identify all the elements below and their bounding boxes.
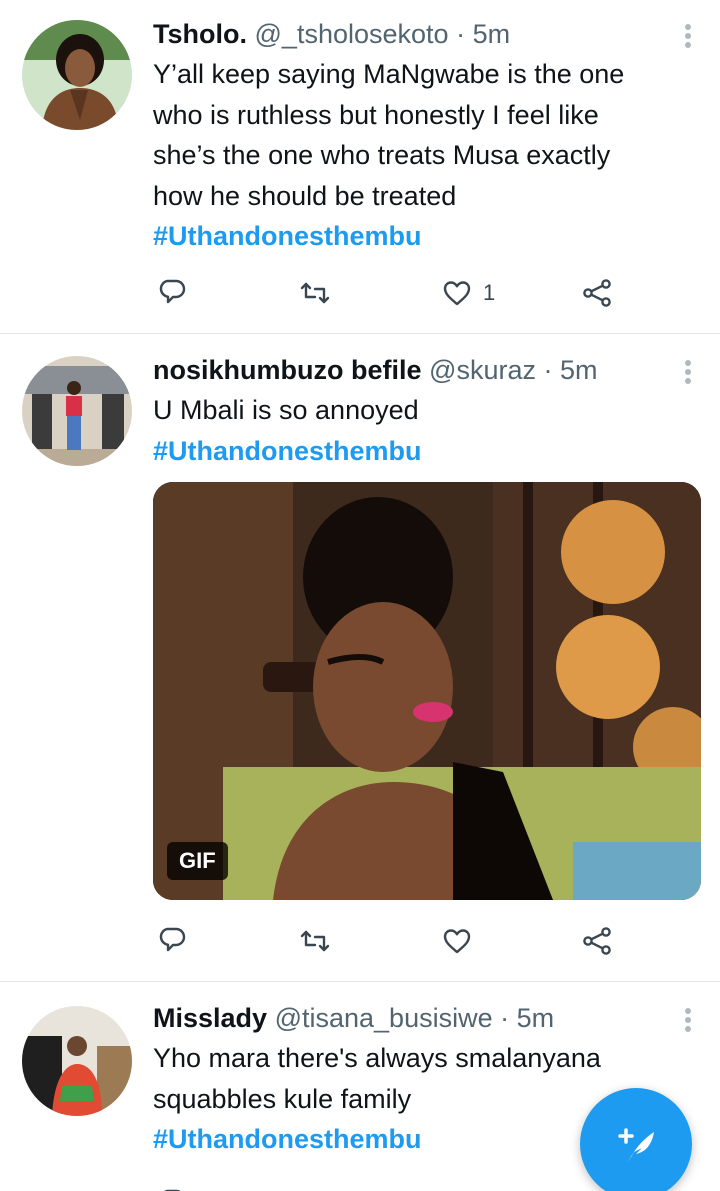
avatar[interactable] (22, 20, 132, 130)
timestamp[interactable]: 5m (517, 1003, 555, 1033)
display-name[interactable]: Misslady (153, 1003, 267, 1033)
reply-icon (159, 927, 186, 952)
display-name[interactable]: Tsholo. (153, 19, 247, 49)
tweet-text: Y’all keep saying MaNgwabe is the one wh… (153, 54, 700, 257)
compose-feather-icon (618, 1128, 654, 1162)
tweet-header: Misslady @tisana_busisiwe · 5m (153, 998, 700, 1038)
reply-icon (159, 279, 186, 304)
tweet-text-line: how he should be treated (153, 180, 457, 211)
gif-image (153, 482, 701, 900)
like-button[interactable]: 1 (441, 268, 495, 318)
more-options-icon[interactable] (678, 354, 698, 390)
reply-button[interactable] (159, 916, 191, 966)
compose-tweet-button[interactable] (580, 1088, 692, 1191)
retweet-icon (299, 1187, 331, 1191)
heart-icon (443, 281, 471, 306)
tweet-actions (153, 916, 633, 966)
tweet-text-line: Yho mara there's always smalanyana (153, 1043, 601, 1073)
separator: · (543, 355, 553, 385)
retweet-button[interactable] (299, 268, 331, 318)
more-options-icon[interactable] (678, 18, 698, 54)
avatar[interactable] (22, 356, 132, 466)
share-icon (583, 279, 611, 307)
gif-badge: GIF (167, 842, 228, 880)
heart-icon (441, 1187, 473, 1191)
avatar[interactable] (22, 1006, 132, 1116)
timestamp[interactable]: 5m (560, 355, 598, 385)
retweet-icon (300, 930, 330, 952)
gif-media[interactable]: GIF (153, 482, 701, 900)
tweet[interactable]: Tsholo. @_tsholosekoto · 5m Y’all keep s… (0, 0, 720, 334)
reply-button[interactable] (159, 1178, 191, 1191)
timestamp[interactable]: 5m (473, 19, 511, 49)
separator: · (500, 1003, 510, 1033)
user-handle[interactable]: @tisana_busisiwe (275, 1003, 493, 1033)
share-button[interactable] (581, 268, 613, 318)
tweet-actions: 1 (153, 268, 633, 318)
retweet-icon (300, 282, 330, 304)
tweet-header: Tsholo. @_tsholosekoto · 5m (153, 14, 700, 54)
tweet-header: nosikhumbuzo befile @skuraz · 5m (153, 350, 700, 390)
tweet-text: U Mbali is so annoyed #Uthandonesthembu (153, 390, 700, 471)
display-name[interactable]: nosikhumbuzo befile (153, 355, 422, 385)
tweet[interactable]: nosikhumbuzo befile @skuraz · 5m U Mbali… (0, 334, 720, 982)
retweet-button[interactable] (299, 916, 331, 966)
separator: · (456, 19, 466, 49)
retweet-button[interactable] (299, 1178, 331, 1191)
tweet-text-line: who is ruthless but honestly I feel like (153, 99, 599, 130)
tweet-text-line: Y’all keep saying MaNgwabe is the one (153, 59, 625, 89)
user-handle[interactable]: @skuraz (429, 355, 536, 385)
hashtag-link[interactable]: #Uthandonesthembu (153, 431, 700, 472)
tweet-actions (153, 1178, 633, 1191)
tweet-text-line: she’s the one who treats Musa exactly (153, 140, 611, 170)
share-button[interactable] (581, 916, 613, 966)
tweet-text-line: U Mbali is so annoyed (153, 395, 419, 425)
hashtag-link[interactable]: #Uthandonesthembu (153, 216, 700, 257)
like-button[interactable] (441, 916, 473, 966)
like-count: 1 (483, 280, 496, 305)
share-icon (583, 927, 611, 955)
like-button[interactable] (441, 1178, 473, 1191)
user-handle[interactable]: @_tsholosekoto (255, 19, 449, 49)
reply-icon (159, 1189, 186, 1191)
reply-button[interactable] (159, 268, 191, 318)
heart-icon (443, 929, 471, 954)
more-options-icon[interactable] (678, 1002, 698, 1038)
